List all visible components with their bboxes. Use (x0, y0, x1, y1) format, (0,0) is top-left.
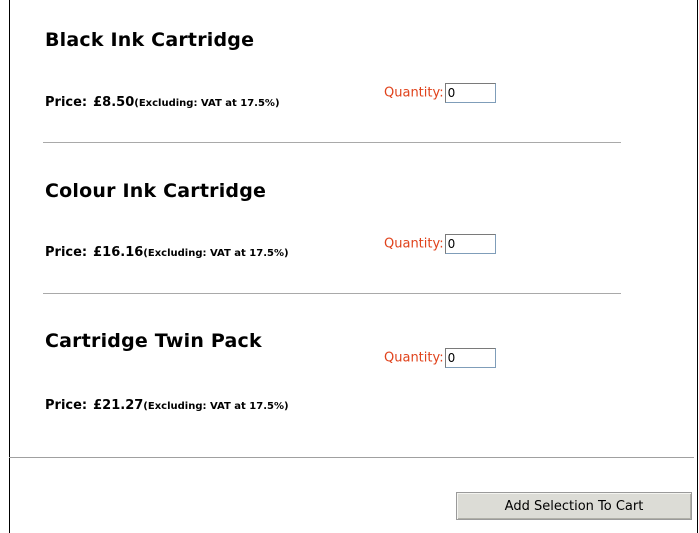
quantity-field: Quantity: (384, 234, 496, 254)
divider (43, 142, 621, 143)
footer-divider (9, 457, 694, 458)
add-to-cart-button[interactable]: Add Selection To Cart (456, 492, 692, 520)
product-title: Cartridge Twin Pack (45, 330, 262, 352)
divider (43, 293, 621, 294)
product-price: Price: £16.16(Excluding: VAT at 17.5%) (45, 245, 289, 260)
quantity-label: Quantity: (384, 85, 444, 101)
vat-note: (Excluding: VAT at 17.5%) (134, 98, 280, 109)
price-amount: £21.27 (93, 398, 144, 413)
quantity-input[interactable] (444, 348, 496, 368)
add-to-cart-label: Add Selection To Cart (504, 498, 644, 514)
quantity-field: Quantity: (384, 348, 496, 368)
product-price: Price: £8.50(Excluding: VAT at 17.5%) (45, 95, 280, 110)
quantity-label: Quantity: (384, 350, 444, 366)
product-title: Colour Ink Cartridge (45, 180, 267, 202)
quantity-field: Quantity: (384, 83, 496, 103)
price-label: Price: (45, 245, 88, 260)
price-label: Price: (45, 95, 88, 110)
price-amount: £16.16 (93, 245, 144, 260)
vat-note: (Excluding: VAT at 17.5%) (143, 401, 289, 412)
content-frame (9, 0, 698, 533)
quantity-label: Quantity: (384, 236, 444, 252)
product-title: Black Ink Cartridge (45, 29, 255, 51)
product-price: Price: £21.27(Excluding: VAT at 17.5%) (45, 398, 289, 413)
price-label: Price: (45, 398, 88, 413)
vat-note: (Excluding: VAT at 17.5%) (143, 248, 289, 259)
quantity-input[interactable] (444, 83, 496, 103)
quantity-input[interactable] (444, 234, 496, 254)
price-amount: £8.50 (93, 95, 135, 110)
